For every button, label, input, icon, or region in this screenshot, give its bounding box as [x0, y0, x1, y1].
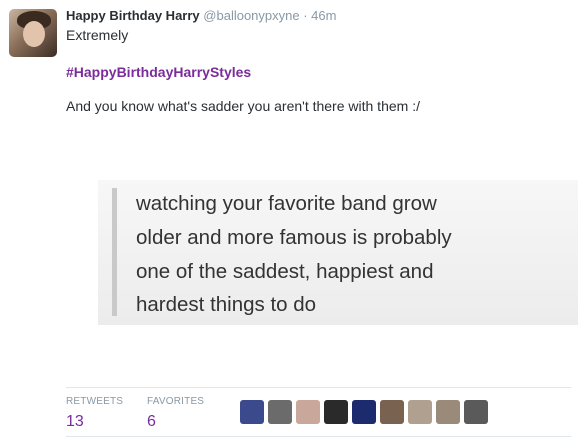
tweet-text-line: Extremely [66, 27, 129, 43]
quote-text-line: older and more famous is probably [136, 226, 452, 249]
retweets-label: RETWEETS [66, 396, 124, 407]
tweet-text-line: And you know what's sadder you aren't th… [66, 98, 420, 114]
tweet-header: Happy Birthday Harry @balloonypxyne · 46… [66, 8, 336, 23]
favoriter-avatar[interactable] [296, 400, 320, 424]
tweet-time[interactable]: 46m [311, 8, 336, 23]
favorites-count[interactable]: 6 [147, 413, 204, 431]
quote-text-line: one of the saddest, happiest and [136, 260, 434, 283]
avatar-face [23, 21, 45, 47]
separator: · [299, 8, 312, 23]
favoriter-avatar[interactable] [436, 400, 460, 424]
retweets-count[interactable]: 13 [66, 413, 123, 431]
favoriter-avatar[interactable] [464, 400, 488, 424]
user-handle[interactable]: @balloonypxyne [203, 8, 299, 23]
favoriter-avatar[interactable] [352, 400, 376, 424]
avatar[interactable] [9, 9, 57, 57]
favoriter-avatar[interactable] [324, 400, 348, 424]
quote-text-line: hardest things to do [136, 293, 317, 316]
favorites-label: FAVORITES [147, 396, 205, 407]
hashtag-link[interactable]: #HappyBirthdayHarryStyles [66, 64, 251, 80]
tweet-stats: RETWEETS 13 FAVORITES 6 [66, 387, 571, 437]
favorites-stat[interactable]: FAVORITES 6 [147, 396, 204, 431]
quote-bar [112, 188, 117, 316]
tweet-media-image[interactable]: watching your favorite band grow older a… [98, 180, 578, 325]
display-name[interactable]: Happy Birthday Harry [66, 8, 200, 23]
favoriter-avatar[interactable] [380, 400, 404, 424]
favoriter-avatar[interactable] [408, 400, 432, 424]
favoriter-avatar[interactable] [268, 400, 292, 424]
favoriter-avatar[interactable] [240, 400, 264, 424]
retweets-stat[interactable]: RETWEETS 13 [66, 396, 123, 431]
quote-text-line: watching your favorite band grow [136, 192, 437, 215]
